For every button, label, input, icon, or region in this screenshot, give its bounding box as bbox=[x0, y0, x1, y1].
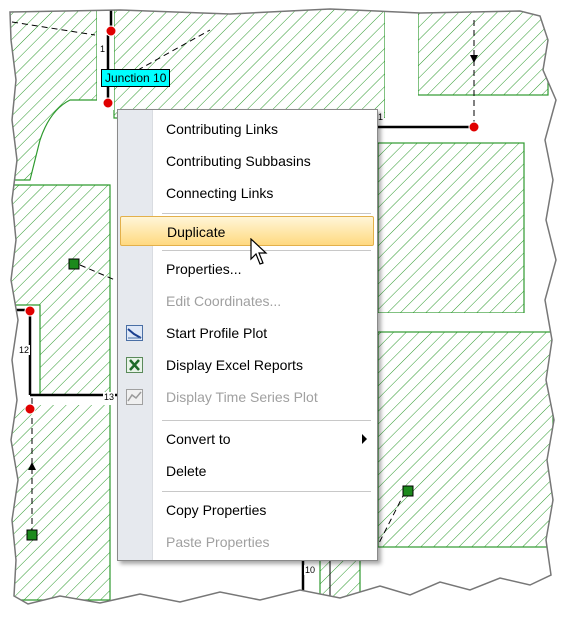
menu-item-label: Start Profile Plot bbox=[166, 325, 268, 341]
menu-item-duplicate[interactable]: Duplicate bbox=[120, 216, 374, 246]
excel-icon bbox=[126, 357, 143, 373]
link-number: 1 bbox=[377, 112, 385, 122]
mouse-pointer-icon bbox=[250, 238, 268, 265]
link-number: 12 bbox=[18, 345, 31, 355]
menu-item-contributing-links[interactable]: Contributing Links bbox=[118, 113, 377, 145]
submenu-arrow-icon bbox=[362, 434, 367, 444]
menu-item-display-excel-reports[interactable]: Display Excel Reports bbox=[118, 349, 377, 381]
menu-item-label: Duplicate bbox=[167, 224, 226, 240]
context-menu: Contributing Links Contributing Subbasin… bbox=[117, 109, 378, 561]
menu-item-connecting-links[interactable]: Connecting Links bbox=[118, 177, 377, 209]
menu-item-contributing-subbasins[interactable]: Contributing Subbasins bbox=[118, 145, 377, 177]
menu-item-label: Properties... bbox=[166, 261, 242, 277]
menu-item-label: Contributing Subbasins bbox=[166, 153, 311, 169]
menu-separator bbox=[162, 491, 371, 492]
menu-item-label: Display Time Series Plot bbox=[166, 389, 318, 405]
menu-item-label: Paste Properties bbox=[166, 534, 270, 550]
menu-item-convert-to[interactable]: Convert to bbox=[118, 423, 377, 455]
menu-item-label: Edit Coordinates... bbox=[166, 293, 282, 309]
menu-separator bbox=[162, 420, 371, 421]
menu-item-label: Display Excel Reports bbox=[166, 357, 303, 373]
link-number: 1 bbox=[99, 44, 107, 54]
menu-separator bbox=[162, 213, 371, 214]
menu-item-start-profile-plot[interactable]: Start Profile Plot bbox=[118, 317, 377, 349]
menu-item-edit-coordinates[interactable]: Edit Coordinates... bbox=[118, 285, 377, 317]
link-number: 10 bbox=[304, 565, 317, 575]
menu-item-label: Convert to bbox=[166, 431, 231, 447]
time-series-icon bbox=[126, 389, 143, 405]
menu-item-properties[interactable]: Properties... bbox=[118, 253, 377, 285]
profile-plot-icon bbox=[126, 325, 143, 341]
menu-item-paste-properties[interactable]: Paste Properties bbox=[118, 526, 377, 558]
link-number: 13 bbox=[103, 392, 116, 402]
menu-item-label: Copy Properties bbox=[166, 502, 267, 518]
menu-item-label: Contributing Links bbox=[166, 121, 279, 137]
menu-item-label: Connecting Links bbox=[166, 185, 274, 201]
menu-item-delete[interactable]: Delete bbox=[118, 455, 377, 487]
menu-item-copy-properties[interactable]: Copy Properties bbox=[118, 494, 377, 526]
junction-label[interactable]: Junction 10 bbox=[101, 69, 171, 87]
menu-item-display-time-series-plot[interactable]: Display Time Series Plot bbox=[118, 381, 377, 413]
menu-item-label: Delete bbox=[166, 463, 207, 479]
